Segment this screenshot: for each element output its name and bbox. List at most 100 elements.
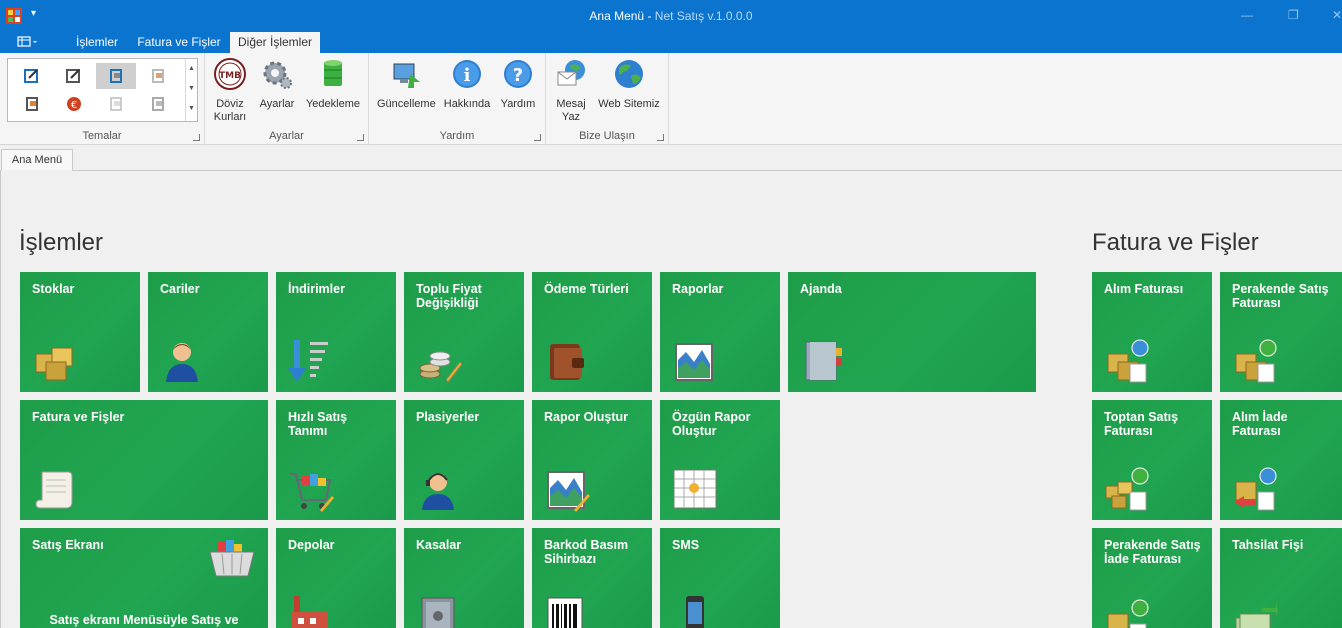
report-chart-icon — [675, 343, 713, 381]
section-title-fatura: Fatura ve Fişler — [1092, 229, 1259, 256]
tcmb-icon: TMB — [214, 58, 246, 90]
doc-tab-ana-menu[interactable]: Ana Menü — [1, 149, 73, 171]
group-label-temalar: Temalar — [82, 130, 122, 142]
tile-cariler[interactable]: Cariler — [148, 272, 268, 392]
tile-label: SMS — [672, 538, 700, 552]
doviz-kurlari-button[interactable]: TMB Döviz Kurları — [210, 58, 250, 124]
tile-perakende-satis-faturasi[interactable]: Perakende Satış Faturası — [1220, 272, 1342, 392]
help-icon: ? — [504, 60, 532, 88]
content-border — [0, 171, 1, 628]
close-button[interactable]: ✕ — [1332, 8, 1342, 22]
tile-label: Ödeme Türleri — [544, 282, 629, 296]
minimize-button[interactable]: — — [1241, 8, 1253, 22]
tile-plasiyerler[interactable]: Plasiyerler — [404, 400, 524, 520]
group-launcher-icon[interactable] — [357, 134, 364, 141]
guncelleme-button[interactable]: Güncelleme — [377, 58, 436, 111]
tab-fatura-ve-fisler[interactable]: Fatura ve Fişler — [132, 32, 226, 53]
tile-label: Stoklar — [32, 282, 75, 296]
theme-gallery[interactable]: € ▲ ▼ ▼ — [7, 58, 198, 122]
boxes-icon — [35, 347, 73, 381]
group-label-yardim: Yardım — [439, 130, 475, 142]
yardim-label: Yardım — [500, 98, 536, 110]
group-launcher-icon[interactable] — [534, 134, 541, 141]
window-version-text: Net Satış v.1.0.0.0 — [654, 9, 753, 23]
theme-icon-1[interactable] — [12, 63, 52, 89]
svg-text:€: € — [71, 100, 77, 111]
tile-stoklar[interactable]: Stoklar — [20, 272, 140, 392]
gallery-expand-icon[interactable]: ▼ — [186, 99, 197, 119]
theme-icon-5[interactable] — [12, 91, 52, 117]
scroll-icon — [35, 471, 73, 509]
tab-diger-islemler[interactable]: Diğer İşlemler — [230, 32, 320, 53]
tab-islemler[interactable]: İşlemler — [67, 32, 127, 53]
theme-icon-7[interactable] — [96, 91, 136, 117]
tile-depolar[interactable]: Depolar — [276, 528, 396, 628]
tile-rapor-olustur[interactable]: Rapor Oluştur — [532, 400, 652, 520]
yedekleme-button[interactable]: Yedekleme — [304, 58, 362, 111]
group-launcher-icon[interactable] — [657, 134, 664, 141]
tile-ajanda[interactable]: Ajanda — [788, 272, 1036, 392]
grid-sheet-icon — [673, 469, 717, 509]
web-sitemiz-label: Web Sitemiz — [598, 98, 660, 110]
basket-icon — [209, 540, 255, 577]
theme-icon-6[interactable]: € — [54, 91, 94, 117]
tile-label: Kasalar — [416, 538, 462, 552]
tile-raporlar[interactable]: Raporlar — [660, 272, 780, 392]
tile-toptan-satis-faturasi[interactable]: Toptan Satış Faturası — [1092, 400, 1212, 520]
maximize-button[interactable]: ❐ — [1288, 8, 1299, 22]
tile-perakende-satis-iade[interactable]: Perakende Satış İade Faturası — [1092, 528, 1212, 628]
tile-odeme-turleri[interactable]: Ödeme Türleri — [532, 272, 652, 392]
tile-label: Alım Faturası — [1104, 282, 1184, 296]
tile-hizli-satis[interactable]: Hızlı Satış Tanımı — [276, 400, 396, 520]
ribbon-tab-row: İşlemler Fatura ve Fişler Diğer İşlemler — [0, 32, 1342, 53]
gallery-scrollbar[interactable]: ▲ ▼ ▼ — [185, 59, 197, 121]
tile-fatura-ve-fisler[interactable]: Fatura ve Fişler — [20, 400, 268, 520]
theme-icon-3-selected[interactable] — [96, 63, 136, 89]
tile-label: Ajanda — [800, 282, 842, 296]
doviz-label-line2: Kurları — [213, 111, 247, 123]
window-title: Ana Menü - Net Satış v.1.0.0.0 — [589, 9, 753, 23]
tile-label: Toplu Fiyat Değişikliği — [416, 282, 482, 310]
doviz-label-line1: Döviz — [216, 98, 244, 110]
safe-icon — [421, 597, 455, 628]
tile-label: Fatura ve Fişler — [32, 410, 125, 424]
tile-alim-iade-faturasi[interactable]: Alım İade Faturası — [1220, 400, 1342, 520]
tile-toplu-fiyat[interactable]: Toplu Fiyat Değişikliği — [404, 272, 524, 392]
tile-alim-faturasi[interactable]: Alım Faturası — [1092, 272, 1212, 392]
mesaj-yaz-button[interactable]: Mesaj Yaz — [550, 58, 592, 124]
gallery-down-icon[interactable]: ▼ — [186, 79, 197, 99]
barcode-icon — [547, 597, 583, 628]
tile-indirimler[interactable]: İndirimler — [276, 272, 396, 392]
tile-label: Tahsilat Fişi — [1232, 538, 1304, 552]
database-icon — [324, 60, 342, 86]
mesaj-label-line2: Yaz — [561, 111, 581, 123]
group-label-ayarlar: Ayarlar — [269, 130, 304, 142]
tile-sms[interactable]: SMS — [660, 528, 780, 628]
boxes-return-icon — [1234, 467, 1277, 511]
ayarlar-label: Ayarlar — [259, 98, 295, 110]
yardim-button[interactable]: ? Yardım — [497, 58, 539, 111]
agenda-book-icon — [805, 341, 842, 381]
theme-icon-8[interactable] — [138, 91, 178, 117]
tile-tahsilat-fisi[interactable]: Tahsilat Fişi — [1220, 528, 1342, 628]
wallet-icon — [550, 344, 584, 380]
group-launcher-icon[interactable] — [193, 134, 200, 141]
tile-kasalar[interactable]: Kasalar — [404, 528, 524, 628]
hakkinda-button[interactable]: i Hakkında — [443, 58, 491, 111]
tile-label: Perakende Satış Faturası — [1232, 282, 1329, 310]
application-menu-button[interactable] — [10, 34, 50, 52]
theme-icon-4[interactable] — [138, 63, 178, 89]
theme-icon-2[interactable] — [54, 63, 94, 89]
ayarlar-button[interactable]: Ayarlar — [257, 58, 297, 111]
headset-person-icon — [422, 473, 454, 510]
tile-ozgun-rapor[interactable]: Özgün Rapor Oluştur — [660, 400, 780, 520]
tile-satis-ekrani[interactable]: Satış Ekranı Satış ekranı Menüsüyle Satı… — [20, 528, 268, 628]
shopping-cart-icon — [290, 473, 334, 512]
gallery-up-icon[interactable]: ▲ — [186, 59, 197, 79]
svg-text:i: i — [464, 65, 471, 86]
web-sitemiz-button[interactable]: Web Sitemiz — [598, 58, 660, 111]
mesaj-label-line1: Mesaj — [556, 98, 586, 110]
person-icon — [166, 343, 198, 382]
svg-text:?: ? — [513, 65, 523, 86]
tile-barkod[interactable]: Barkod Basım Sihirbazı — [532, 528, 652, 628]
